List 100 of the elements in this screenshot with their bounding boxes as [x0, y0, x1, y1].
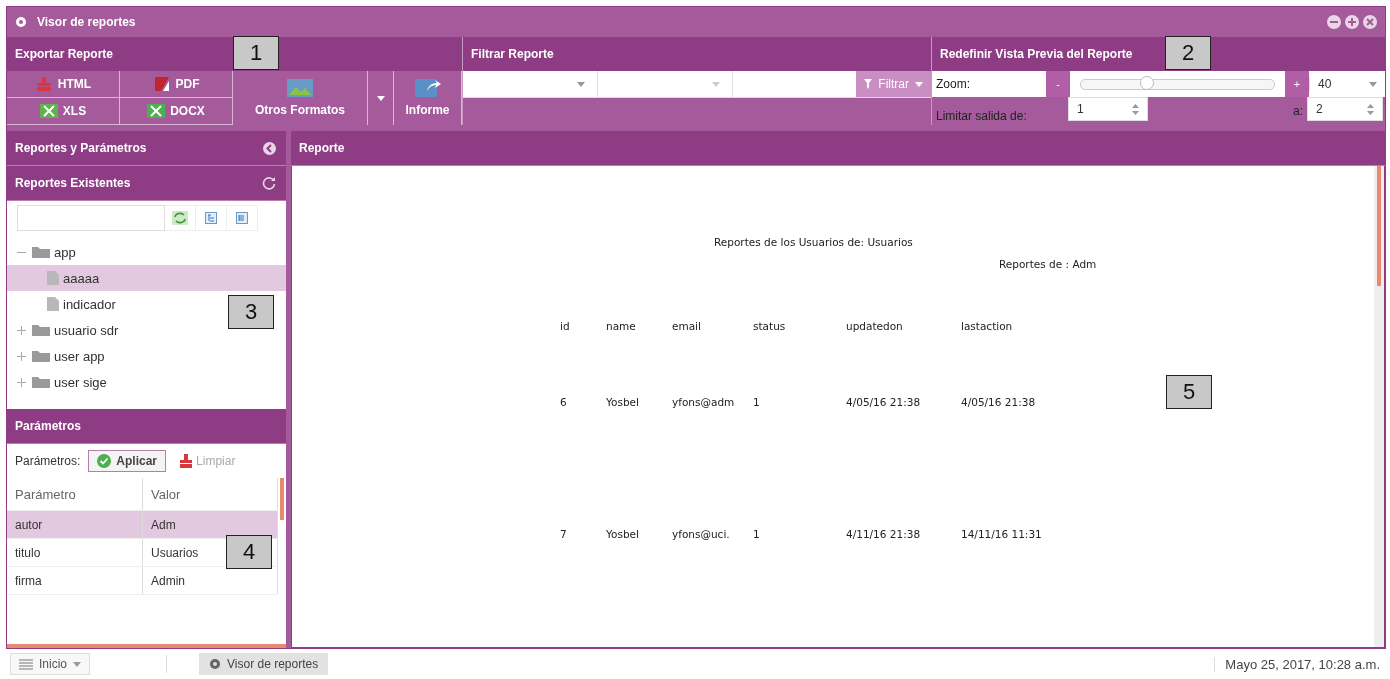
caret-icon	[73, 661, 81, 667]
report-title: Reportes de los Usuarios de: Usuarios	[714, 236, 914, 248]
column-header: name	[606, 320, 637, 334]
list-icon	[236, 212, 248, 224]
callout-label: 2	[1165, 36, 1211, 70]
table-cell: titulo	[7, 539, 143, 566]
funnel-icon	[864, 79, 873, 89]
refresh-icon	[172, 211, 188, 225]
collapse-all-button[interactable]	[227, 205, 258, 231]
expand-icon[interactable]	[17, 377, 26, 387]
start-button[interactable]: Inicio	[10, 653, 90, 675]
folder-icon	[32, 246, 50, 258]
table-cell-text: Yosbel	[606, 396, 640, 410]
table-cell-text: yfons@uci.	[672, 528, 731, 542]
table-cell-text: 4/11/16 21:38	[846, 528, 922, 542]
gear-icon	[15, 16, 27, 28]
limit-label: Limitar salida de:	[935, 109, 1028, 125]
table-cell-text: 4/05/16 21:38	[846, 396, 922, 410]
panel-title: Parámetros	[15, 419, 82, 433]
expand-icon[interactable]	[17, 325, 26, 335]
minimize-icon[interactable]	[1327, 15, 1341, 29]
panel-title: Reportes y Parámetros	[15, 141, 147, 155]
folder-icon	[32, 324, 50, 336]
document-icon	[152, 77, 171, 91]
zoom-label: Zoom:	[935, 77, 971, 91]
callout-label: 5	[1166, 375, 1212, 409]
table-cell-text: 7	[560, 528, 568, 542]
gear-icon	[209, 658, 221, 670]
brush-icon	[34, 77, 53, 91]
apply-button[interactable]: Aplicar	[88, 450, 167, 472]
spinner-arrows-icon	[1132, 103, 1139, 115]
callout-label: 1	[233, 36, 279, 70]
from-spinner[interactable]: 1	[1068, 97, 1148, 121]
caret-icon	[712, 81, 720, 87]
section-header: Filtrar Reporte	[463, 37, 931, 71]
spreadsheet-icon	[39, 104, 58, 118]
search-field[interactable]	[17, 205, 165, 231]
table-cell-text: 6	[560, 396, 568, 410]
zoom-in-button[interactable]: +	[1285, 71, 1309, 97]
tree-item[interactable]: user app	[7, 343, 111, 369]
window-title: Visor de reportes	[37, 15, 136, 29]
table-cell: autor	[7, 511, 143, 538]
folder-icon	[32, 350, 50, 362]
table-cell-text: 14/11/16 11:31	[961, 528, 1043, 542]
table-row[interactable]: autor Adm	[7, 511, 278, 539]
refresh-icon[interactable]	[262, 176, 276, 190]
file-icon	[47, 271, 59, 285]
column-header: email	[672, 320, 702, 334]
callout-label: 4	[226, 535, 272, 569]
zoom-select[interactable]: 40	[1309, 77, 1385, 91]
slider-thumb[interactable]	[1139, 75, 1154, 90]
table-cell: firma	[7, 567, 143, 594]
clock: Mayo 25, 2017, 10:28 a.m.	[1214, 656, 1380, 672]
expand-all-button[interactable]	[196, 205, 227, 231]
tree-item[interactable]: indicador	[7, 291, 122, 317]
folder-icon	[32, 376, 50, 388]
table-cell-text: 1	[753, 396, 761, 410]
column-header[interactable]: Valor	[143, 478, 278, 510]
reload-button[interactable]	[165, 205, 196, 231]
caret-icon	[577, 81, 585, 87]
export-button[interactable]: XLS	[7, 98, 120, 125]
column-header: updatedon	[846, 320, 904, 334]
column-header: status	[753, 320, 787, 334]
column-header: id	[560, 320, 571, 334]
table-cell-text: Yosbel	[606, 528, 640, 542]
tree-item[interactable]: app	[7, 239, 82, 265]
tree-item[interactable]: user sige	[7, 369, 113, 395]
export-button[interactable]: DOCX	[120, 98, 233, 125]
callout-label: 3	[228, 295, 274, 329]
brush-icon	[180, 454, 193, 468]
close-icon[interactable]	[1363, 15, 1377, 29]
collapse-left-icon[interactable]	[263, 141, 276, 155]
image-icon	[287, 79, 313, 97]
caret-icon	[376, 95, 385, 101]
taskbar-item[interactable]: Visor de reportes	[199, 653, 329, 675]
caret-icon	[1369, 81, 1377, 87]
scrollbar[interactable]	[280, 478, 284, 520]
table-cell-text: 4/05/16 21:38	[961, 396, 1037, 410]
to-label: a:	[1292, 104, 1304, 118]
export-button[interactable]: HTML	[7, 71, 120, 98]
column-header[interactable]: Parámetro	[7, 478, 143, 510]
tree-icon	[205, 212, 217, 224]
to-spinner[interactable]: 2	[1307, 97, 1383, 121]
panel-title: Reportes Existentes	[15, 176, 131, 190]
maximize-icon[interactable]	[1345, 15, 1359, 29]
document-arrow-icon	[414, 79, 441, 97]
expand-icon[interactable]	[17, 351, 26, 361]
parameters-label: Parámetros:	[15, 454, 81, 468]
spreadsheet-icon	[147, 104, 166, 118]
scrollbar[interactable]	[1374, 166, 1384, 647]
export-button[interactable]: PDF	[120, 71, 233, 98]
tree-item[interactable]: aaaaa	[7, 265, 286, 291]
zoom-slider[interactable]	[1080, 78, 1275, 90]
column-header: lastaction	[961, 320, 1014, 334]
tree-item[interactable]: usuario sdr	[7, 317, 125, 343]
zoom-out-button[interactable]: -	[1046, 71, 1070, 97]
report-subtitle: Reportes de : Adm	[999, 258, 1098, 270]
table-cell-text: 1	[753, 528, 761, 542]
caret-icon	[915, 81, 923, 87]
panel-title: Reporte	[299, 141, 345, 155]
